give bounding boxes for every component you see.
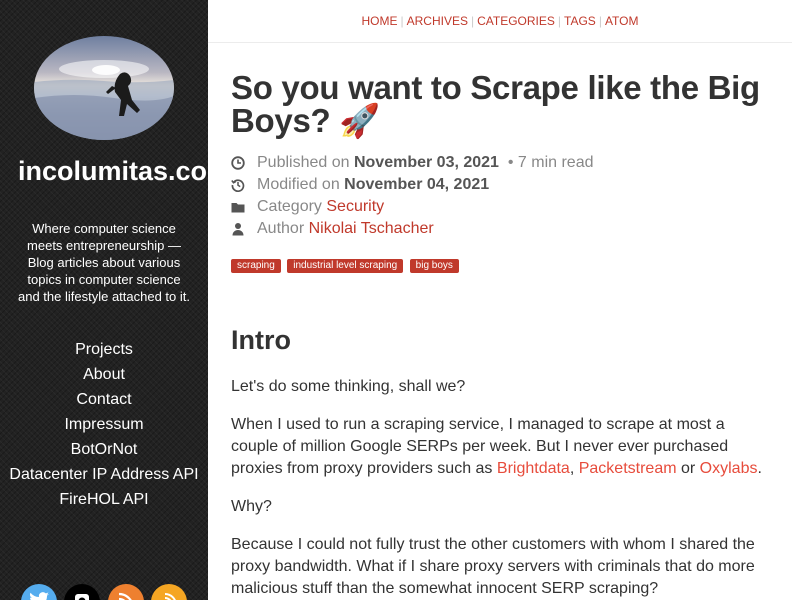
sidebar-link-about[interactable]: About xyxy=(0,362,208,387)
nav-atom[interactable]: ATOM xyxy=(605,14,639,28)
sidebar-link-firehol-api[interactable]: FireHOL API xyxy=(0,487,208,512)
link-packetstream[interactable]: Packetstream xyxy=(579,460,677,477)
category-label: Category xyxy=(257,198,322,215)
published-date: November 03, 2021 xyxy=(353,154,499,171)
sidebar: incolumitas.com Where computer science m… xyxy=(0,0,208,600)
post-title: So you want to Scrape like the Big Boys?… xyxy=(231,69,760,139)
folder-icon xyxy=(231,203,245,213)
nav-archives[interactable]: ARCHIVES xyxy=(407,14,468,28)
nav-home[interactable]: HOME xyxy=(362,14,398,28)
clock-icon xyxy=(231,156,245,170)
sidebar-link-contact[interactable]: Contact xyxy=(0,387,208,412)
paragraph-1: Let's do some thinking, shall we? xyxy=(231,378,466,395)
nav-separator: | xyxy=(400,14,404,28)
sidebar-link-impressum[interactable]: Impressum xyxy=(0,412,208,437)
tag-industrial-level-scraping[interactable]: industrial level scraping xyxy=(287,259,404,273)
modified-date: November 04, 2021 xyxy=(344,176,490,193)
separator: or xyxy=(676,460,700,477)
section-heading-intro: Intro xyxy=(231,325,291,355)
rss-icon[interactable] xyxy=(108,584,144,600)
separator: , xyxy=(569,460,575,477)
paragraph-3: Why? xyxy=(231,498,272,515)
category-link[interactable]: Security xyxy=(326,198,384,215)
link-brightdata[interactable]: Brightdata xyxy=(497,460,570,477)
nav-separator: | xyxy=(470,14,475,28)
site-description: Where computer science meets entrepreneu… xyxy=(18,221,190,304)
tag-big-boys[interactable]: big boys xyxy=(409,259,459,273)
sidebar-link-datacenter-ip-api[interactable]: Datacenter IP Address API xyxy=(0,462,208,487)
sidebar-link-botornot[interactable]: BotOrNot xyxy=(0,437,208,462)
user-icon xyxy=(232,223,244,236)
sidebar-nav: Projects About Contact Impressum BotOrNo… xyxy=(0,337,208,512)
link-oxylabs[interactable]: Oxylabs xyxy=(700,460,758,477)
author-label: Author xyxy=(257,220,305,237)
top-navigation: HOME | ARCHIVES | CATEGORIES | TAGS | ATOM xyxy=(208,0,792,43)
site-title[interactable]: incolumitas.com xyxy=(18,156,208,187)
tag-scraping[interactable]: scraping xyxy=(231,259,281,273)
tag-list: scraping industrial level scraping big b… xyxy=(231,255,461,273)
nav-categories[interactable]: CATEGORIES xyxy=(477,14,555,28)
modified-label: Modified on xyxy=(257,176,340,193)
nav-separator: | xyxy=(557,14,562,28)
paragraph-4: Because I could not fully trust the othe… xyxy=(231,536,755,597)
published-label: Published on xyxy=(257,154,350,171)
paragraph-2: When I used to run a scraping service, I… xyxy=(231,414,771,480)
author-link[interactable]: Nikolai Tschacher xyxy=(309,220,434,237)
nav-tags[interactable]: TAGS xyxy=(564,14,596,28)
avatar[interactable] xyxy=(34,36,174,140)
history-icon xyxy=(231,179,245,192)
sidebar-link-projects[interactable]: Projects xyxy=(0,337,208,362)
twitter-icon[interactable] xyxy=(21,584,57,600)
github-icon[interactable] xyxy=(64,584,100,600)
nav-separator: | xyxy=(598,14,602,28)
read-time: • 7 min read xyxy=(507,154,594,171)
atom-feed-icon[interactable] xyxy=(151,584,187,600)
separator: . xyxy=(757,460,762,477)
